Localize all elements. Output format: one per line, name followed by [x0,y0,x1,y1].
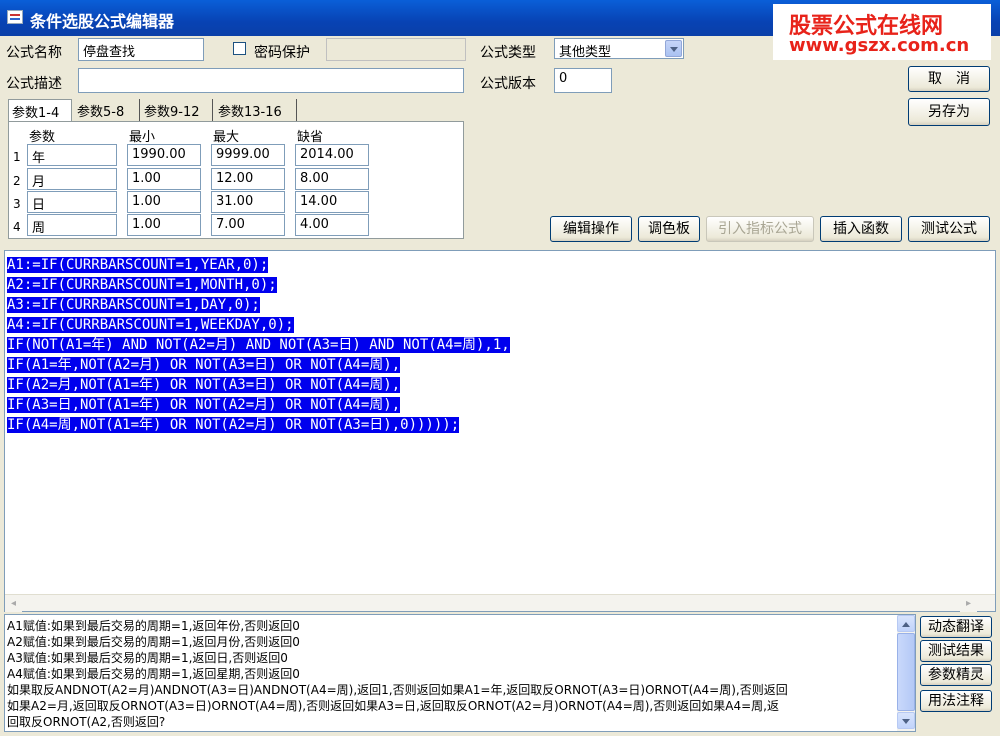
formula-name-input[interactable]: 停盘查找 [78,38,204,61]
formula-desc-label: 公式描述 [6,76,62,92]
code-line: A2:=IF(CURRBARSCOUNT=1,MONTH,0); [7,277,277,293]
scroll-thumb[interactable] [897,633,915,711]
translation-line: A3赋值:如果到最后交易的周期=1,返回日,否则返回0 [7,651,288,665]
param-max-input[interactable]: 12.00 [211,168,285,190]
param-max-input[interactable]: 9999.00 [211,144,285,166]
translation-line: A4赋值:如果到最后交易的周期=1,返回星期,否则返回0 [7,667,300,681]
param-row-number: 2 [13,174,21,188]
palette-button[interactable]: 调色板 [638,216,700,242]
param-wizard-button[interactable]: 参数精灵 [920,664,992,686]
formula-type-select[interactable]: 其他类型 [554,38,684,60]
param-max-input[interactable]: 31.00 [211,191,285,213]
tab-params-9-12[interactable]: 参数9-12 [141,99,213,121]
app-icon [7,10,23,24]
param-min-input[interactable]: 1.00 [127,191,201,213]
scroll-left-icon[interactable]: ◂ [5,595,22,612]
scroll-right-icon[interactable]: ▸ [960,595,977,612]
param-panel: 参数 最小 最大 缺省 1 年 1990.00 9999.00 2014.00 … [8,121,464,239]
param-default-input[interactable]: 4.00 [295,214,369,236]
param-default-input[interactable]: 14.00 [295,191,369,213]
translation-output[interactable]: A1赋值:如果到最后交易的周期=1,返回年份,否则返回0 A2赋值:如果到最后交… [4,614,916,732]
param-name-input[interactable]: 日 [27,191,117,213]
tab-params-1-4[interactable]: 参数1-4 [8,99,72,121]
code-line: IF(NOT(A1=年) AND NOT(A2=月) AND NOT(A3=日)… [7,337,510,353]
param-min-input[interactable]: 1990.00 [127,144,201,166]
translation-line: 如果A2=月,返回取反ORNOT(A3=日)ORNOT(A4=周),否则返回如果… [7,699,779,713]
code-line: IF(A4=周,NOT(A1=年) OR NOT(A2=月) OR NOT(A3… [7,417,460,433]
insert-function-button[interactable]: 插入函数 [820,216,902,242]
param-name-input[interactable]: 月 [27,168,117,190]
param-max-input[interactable]: 7.00 [211,214,285,236]
tab-params-5-8[interactable]: 参数5-8 [74,99,140,121]
translation-line: A1赋值:如果到最后交易的周期=1,返回年份,否则返回0 [7,619,300,633]
import-indicator-button[interactable]: 引入指标公式 [706,216,814,242]
param-default-input[interactable]: 8.00 [295,168,369,190]
password-input[interactable] [326,38,466,61]
watermark-line2: www.gszx.com.cn [789,35,970,56]
param-row-number: 3 [13,197,21,211]
save-as-button[interactable]: 另存为 [908,98,990,126]
translation-line: 如果取反ANDNOT(A2=月)ANDNOT(A3=日)ANDNOT(A4=周)… [7,683,788,697]
formula-desc-input[interactable] [78,68,464,93]
param-header-name: 参数 [29,130,56,145]
tab-params-13-16[interactable]: 参数13-16 [215,99,297,121]
param-row-number: 4 [13,220,21,234]
translation-scrollbar[interactable] [897,615,915,731]
param-header-min: 最小 [129,130,156,145]
code-line: IF(A3=日,NOT(A1=年) OR NOT(A2=月) OR NOT(A4… [7,397,401,413]
param-name-input[interactable]: 周 [27,214,117,236]
code-line: IF(A2=月,NOT(A1=年) OR NOT(A3=日) OR NOT(A4… [7,377,401,393]
formula-version-label: 公式版本 [480,76,536,92]
translation-line: 回取反ORNOT(A2,否则返回? [7,715,166,729]
param-row-number: 1 [13,150,21,164]
scroll-down-icon[interactable] [897,712,915,729]
chevron-down-icon[interactable] [665,40,682,57]
edit-ops-button[interactable]: 编辑操作 [550,216,632,242]
translation-text: A1赋值:如果到最后交易的周期=1,返回年份,否则返回0 A2赋值:如果到最后交… [7,618,891,730]
usage-notes-button[interactable]: 用法注释 [920,690,992,712]
dynamic-translate-button[interactable]: 动态翻译 [920,616,992,638]
password-label: 密码保护 [254,45,310,61]
code-line: IF(A1=年,NOT(A2=月) OR NOT(A3=日) OR NOT(A4… [7,357,401,373]
cancel-button[interactable]: 取 消 [908,66,990,92]
watermark-logo: 股票公式在线网 www.gszx.com.cn [773,4,991,60]
scroll-up-icon[interactable] [897,615,915,632]
param-default-input[interactable]: 2014.00 [295,144,369,166]
formula-type-label: 公式类型 [480,45,536,61]
param-header-max: 最大 [213,130,240,145]
translation-line: A2赋值:如果到最后交易的周期=1,返回月份,否则返回0 [7,635,300,649]
formula-code: A1:=IF(CURRBARSCOUNT=1,YEAR,0); A2:=IF(C… [7,255,510,435]
param-name-input[interactable]: 年 [27,144,117,166]
code-line: A3:=IF(CURRBARSCOUNT=1,DAY,0); [7,297,260,313]
param-header-default: 缺省 [297,130,324,145]
formula-type-value: 其他类型 [559,45,612,60]
editor-horizontal-scrollbar[interactable]: ◂ ▸ [5,594,995,612]
window-title: 条件选股公式编辑器 [30,12,175,31]
formula-name-label: 公式名称 [6,45,62,61]
code-line: A4:=IF(CURRBARSCOUNT=1,WEEKDAY,0); [7,317,294,333]
formula-editor[interactable]: A1:=IF(CURRBARSCOUNT=1,YEAR,0); A2:=IF(C… [4,250,996,612]
code-line: A1:=IF(CURRBARSCOUNT=1,YEAR,0); [7,257,269,273]
param-min-input[interactable]: 1.00 [127,168,201,190]
formula-version-input[interactable]: 0 [554,68,612,93]
test-result-button[interactable]: 测试结果 [920,640,992,662]
password-checkbox[interactable] [233,42,246,55]
test-formula-button[interactable]: 测试公式 [908,216,990,242]
param-min-input[interactable]: 1.00 [127,214,201,236]
